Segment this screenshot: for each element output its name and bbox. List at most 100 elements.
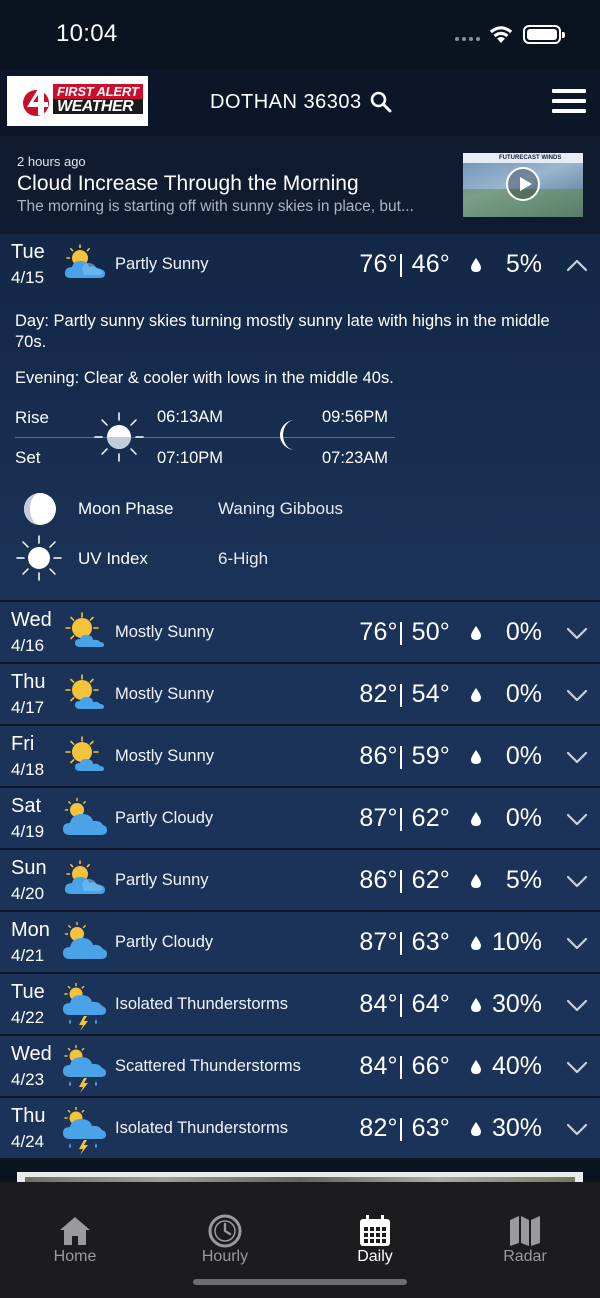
day-name: Fri [11, 733, 35, 755]
location-label[interactable]: DOTHAN 36303 [210, 91, 362, 114]
partly-sunny-icon [62, 859, 108, 899]
day-temps: 76°| 50° [359, 618, 450, 646]
chevron-down-icon[interactable] [566, 688, 588, 702]
day-row-thu-4-24[interactable]: Thu 4/24 Isolated Thunderstorms 82°| 63°… [0, 1098, 600, 1160]
day-row-fri-4-18[interactable]: Fri 4/18 Mostly Sunny 86°| 59° 0% [0, 726, 600, 788]
calendar-icon [360, 1215, 390, 1246]
story-video-thumbnail[interactable]: FUTURECAST WINDS [463, 153, 583, 217]
day-date: 4/18 [11, 760, 45, 779]
evening-label: Evening: [15, 369, 80, 387]
moon-icon [280, 420, 295, 450]
day-temps: 84°| 66° [359, 1052, 450, 1080]
day-precip: 0% [505, 742, 542, 770]
day-precip: 0% [505, 680, 542, 708]
day-temps: 87°| 62° [359, 804, 450, 832]
chevron-down-icon[interactable] [566, 812, 588, 826]
day-date: 4/15 [11, 268, 45, 287]
day-temps: 82°| 54° [359, 680, 450, 708]
day-date: 4/19 [11, 822, 45, 841]
tab-hourly[interactable]: Hourly [150, 1182, 300, 1272]
day-temps: 82°| 63° [359, 1114, 450, 1142]
logo-line1: FIRST ALERT [53, 84, 143, 99]
tab-radar[interactable]: Radar [450, 1182, 600, 1272]
day-date: 4/21 [11, 946, 45, 965]
day-row-wed-4-16[interactable]: Wed 4/16 Mostly Sunny 76°| 50° 0% [0, 602, 600, 664]
weather-story-card[interactable]: 2 hours ago Cloud Increase Through the M… [0, 136, 600, 234]
day-temps: 76°| 46° [359, 250, 450, 278]
day-precip: 0% [505, 618, 542, 646]
chevron-down-icon[interactable] [566, 626, 588, 640]
story-summary: The morning is starting off with sunny s… [17, 198, 414, 215]
day-precip: 40% [491, 1052, 542, 1080]
day-date: 4/17 [11, 698, 45, 717]
tab-hourly-label: Hourly [201, 1248, 249, 1265]
day-precip: 10% [491, 928, 542, 956]
station-logo[interactable]: FIRST ALERT WEATHER [7, 76, 148, 126]
chevron-down-icon[interactable] [566, 936, 588, 950]
horizon-divider [15, 437, 395, 438]
day-row-sat-4-19[interactable]: Sat 4/19 Partly Cloudy 87°| 62° 0% [0, 788, 600, 850]
evening-forecast-text: Evening: Clear & cooler with lows in the… [15, 369, 575, 388]
chevron-down-icon[interactable] [566, 1060, 588, 1074]
story-time: 2 hours ago [17, 154, 86, 169]
day-name: Thu [11, 671, 46, 693]
day-temps: 86°| 59° [359, 742, 450, 770]
tab-daily[interactable]: Daily [300, 1182, 450, 1272]
chevron-down-icon[interactable] [566, 750, 588, 764]
rise-label: Rise [15, 408, 50, 427]
day-condition: Partly Cloudy [115, 809, 214, 827]
thumbnail-caption: FUTURECAST WINDS [463, 153, 583, 163]
day-row-tue-4-22[interactable]: Tue 4/22 Isolated Thunderstorms 84°| 64°… [0, 974, 600, 1036]
day-condition: Partly Sunny [115, 255, 209, 273]
day-condition: Mostly Sunny [115, 685, 215, 703]
daily-forecast-list: Tue 4/15 Partly Sunny 76°| 46° 5% Day: P… [0, 234, 600, 1160]
thunderstorm-icon [62, 983, 108, 1031]
day-row-sun-4-20[interactable]: Sun 4/20 Partly Sunny 86°| 62° 5% [0, 850, 600, 912]
day-date: 4/20 [11, 884, 45, 903]
day-label: Day: [15, 312, 49, 330]
day-forecast-text: Day: Partly sunny skies turning mostly s… [15, 311, 575, 353]
day-row-mon-4-21[interactable]: Mon 4/21 Partly Cloudy 87°| 63° 10% [0, 912, 600, 974]
day-condition: Mostly Sunny [115, 623, 215, 641]
logo-line2: WEATHER [53, 99, 143, 115]
day-row-thu-4-17[interactable]: Thu 4/17 Mostly Sunny 82°| 54° 0% [0, 664, 600, 726]
day-precip: 5% [505, 866, 542, 894]
day-precip: 30% [491, 1114, 542, 1142]
day-temps: 87°| 63° [359, 928, 450, 956]
chevron-up-icon[interactable] [566, 258, 588, 272]
thunderstorm-icon [62, 1045, 108, 1093]
hamburger-menu-icon[interactable] [552, 89, 586, 113]
day-name: Tue [11, 241, 45, 263]
chevron-down-icon[interactable] [566, 874, 588, 888]
clock-icon [208, 1214, 242, 1248]
day-temps: 86°| 62° [359, 866, 450, 894]
day-condition: Partly Sunny [115, 871, 209, 889]
story-title[interactable]: Cloud Increase Through the Morning [17, 172, 359, 196]
day-row-wed-4-23[interactable]: Wed 4/23 Scattered Thunderstorms 84°| 66… [0, 1036, 600, 1098]
day-rows: Wed 4/16 Mostly Sunny 76°| 50° 0% Thu 4/… [0, 602, 600, 1160]
partly-cloudy-icon [62, 921, 108, 961]
sunset-time: 07:10PM [157, 449, 224, 467]
day-condition: Mostly Sunny [115, 747, 215, 765]
tab-daily-label: Daily [357, 1248, 393, 1265]
chevron-down-icon[interactable] [566, 1122, 588, 1136]
chevron-down-icon[interactable] [566, 998, 588, 1012]
moon-phase-icon [24, 493, 56, 525]
ad-banner[interactable] [17, 1172, 583, 1182]
status-time: 10:04 [56, 20, 118, 47]
expanded-day-card: Tue 4/15 Partly Sunny 76°| 46° 5% Day: P… [0, 234, 600, 602]
thunderstorm-icon [62, 1107, 108, 1155]
app-header: FIRST ALERT WEATHER DOTHAN 36303 [0, 70, 600, 136]
play-icon[interactable] [506, 167, 540, 201]
search-icon[interactable] [370, 91, 392, 113]
logo-text: FIRST ALERT WEATHER [53, 84, 143, 115]
day-row-expanded[interactable]: Tue 4/15 Partly Sunny 76°| 46° 5% [0, 234, 600, 296]
day-name: Wed [11, 609, 52, 631]
home-indicator[interactable] [193, 1279, 407, 1285]
evening-description: Clear & cooler with lows in the middle 4… [83, 369, 394, 387]
day-name: Thu [11, 1105, 46, 1127]
day-condition: Isolated Thunderstorms [115, 1119, 289, 1137]
tab-home[interactable]: Home [0, 1182, 150, 1272]
day-name: Wed [11, 1043, 52, 1065]
day-date: 4/23 [11, 1070, 45, 1089]
